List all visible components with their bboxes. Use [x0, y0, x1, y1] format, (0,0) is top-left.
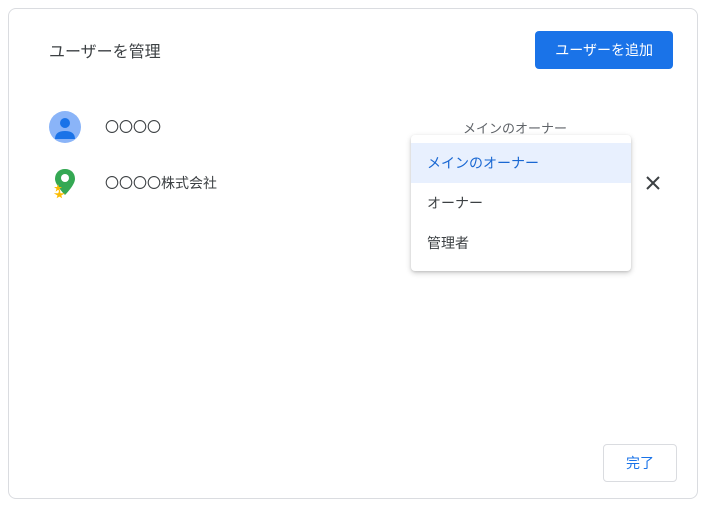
remove-user-button[interactable] — [633, 163, 673, 203]
dialog-title: ユーザーを管理 — [49, 38, 161, 62]
user-role-display[interactable]: メインのオーナー — [463, 118, 633, 137]
add-user-button[interactable]: ユーザーを追加 — [535, 31, 673, 69]
user-name: 〇〇〇〇株式会社 — [105, 173, 463, 193]
user-avatar — [49, 111, 81, 143]
close-icon — [645, 175, 661, 191]
role-dropdown-menu: メインのオーナー オーナー 管理者 — [411, 135, 631, 271]
location-star-icon — [51, 167, 79, 199]
dialog-header: ユーザーを管理 ユーザーを追加 — [9, 9, 697, 79]
done-button[interactable]: 完了 — [603, 444, 677, 482]
manage-users-dialog: ユーザーを管理 ユーザーを追加 〇〇〇〇 メインのオーナー — [8, 8, 698, 499]
role-option-primary-owner[interactable]: メインのオーナー — [411, 143, 631, 183]
user-avatar — [49, 167, 81, 199]
dialog-footer: 完了 — [603, 444, 677, 482]
user-name: 〇〇〇〇 — [105, 117, 463, 137]
role-option-owner[interactable]: オーナー — [411, 183, 631, 223]
role-option-manager[interactable]: 管理者 — [411, 223, 631, 263]
person-icon — [49, 111, 81, 143]
